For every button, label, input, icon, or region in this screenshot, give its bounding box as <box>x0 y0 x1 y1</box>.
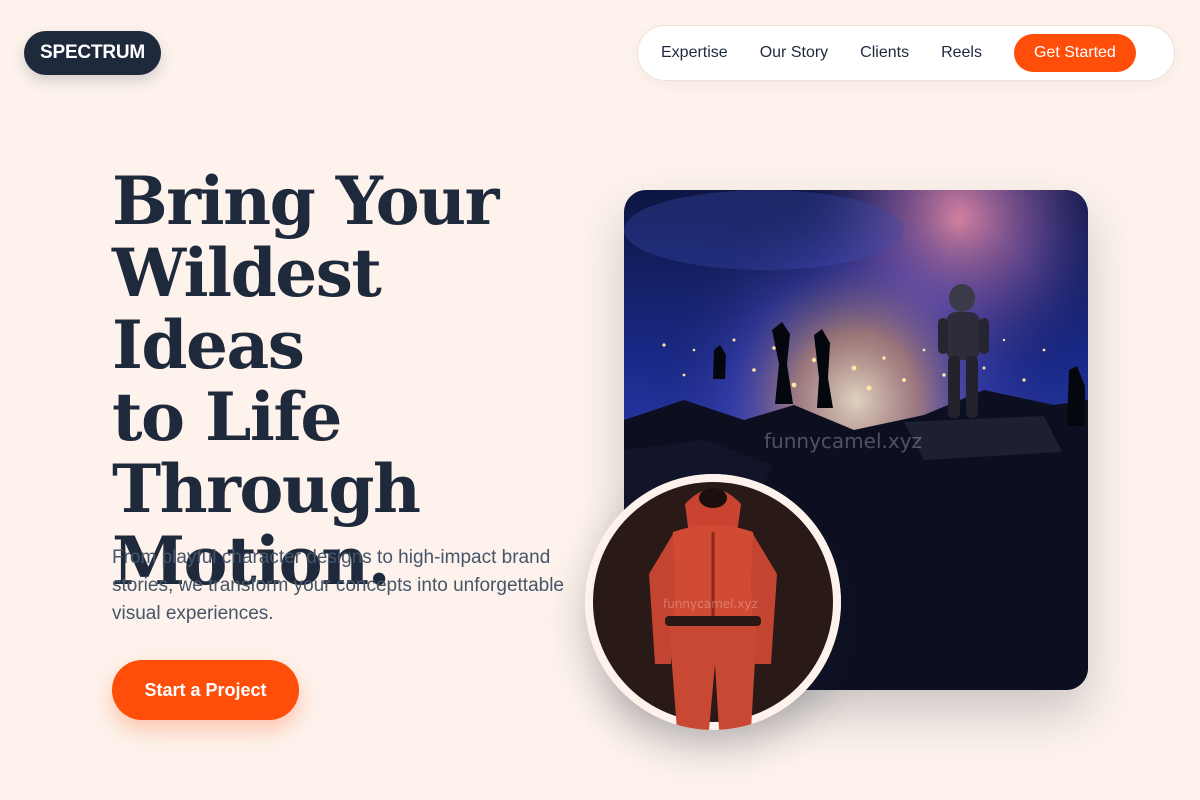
brand-logo[interactable]: SPECTRUM <box>24 31 162 75</box>
landing-page: SPECTRUM Expertise Our Story Clients Ree… <box>0 0 1200 800</box>
hero-title-line: to Life <box>112 378 342 456</box>
inset-image-watermark: funnycamel.xyz <box>663 597 758 611</box>
nav-link-our-story[interactable]: Our Story <box>760 44 828 62</box>
red-suit-character-illustration: funnycamel.xyz <box>585 474 841 730</box>
nav-link-clients[interactable]: Clients <box>860 44 909 62</box>
hero-description: From playful character designs to high-i… <box>112 547 565 624</box>
get-started-button[interactable]: Get Started <box>1013 34 1136 72</box>
hero-title-line: Wildest Ideas <box>112 234 382 384</box>
character-inset-image: funnycamel.xyz <box>585 474 841 730</box>
hero-title: Bring Your Wildest Ideas to Life Through… <box>112 165 592 597</box>
nav-link-reels[interactable]: Reels <box>941 44 982 62</box>
nav-link-expertise[interactable]: Expertise <box>661 44 728 62</box>
main-image-watermark: funnycamel.xyz <box>764 429 922 453</box>
brand-logo-text: SPECTRUM <box>40 42 146 63</box>
hero-title-line: Bring Your <box>112 162 499 240</box>
hero-title-line: Through <box>112 450 421 528</box>
main-nav: Expertise Our Story Clients Reels Get St… <box>637 25 1175 81</box>
start-project-label: Start a Project <box>144 679 267 700</box>
start-project-button[interactable]: Start a Project <box>112 660 299 720</box>
